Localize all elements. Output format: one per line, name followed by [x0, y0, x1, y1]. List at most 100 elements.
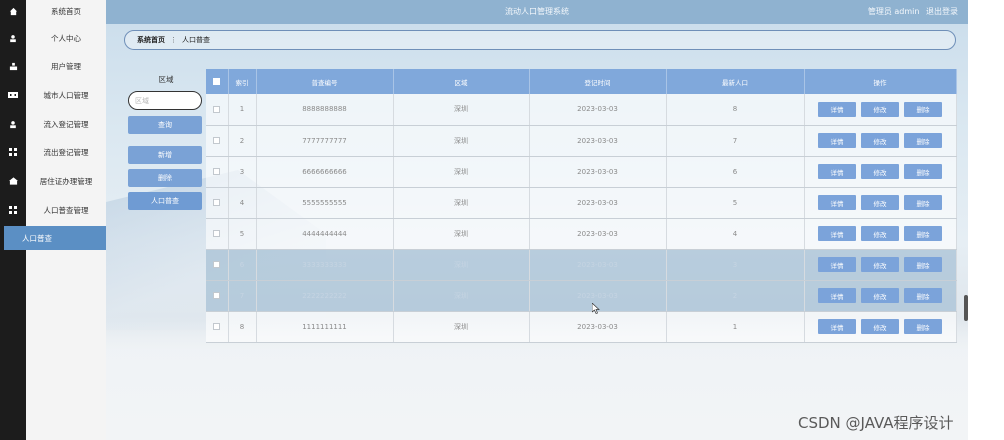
row-checkbox[interactable] — [213, 105, 221, 113]
user-info: 管理员 admin 退出登录 — [864, 0, 958, 24]
sidebar-subitem-census[interactable]: 人口普查 — [4, 226, 106, 250]
detail-button[interactable]: 详情 — [818, 226, 856, 241]
cell-index: 3 — [228, 156, 257, 188]
table-row[interactable]: 2 7777777777 深圳 2023-03-03 7 详情 修改 删除 — [206, 125, 957, 157]
cell-population: 1 — [666, 311, 805, 343]
sidebar-item-users[interactable]: 用户管理 — [26, 52, 106, 80]
delete-button[interactable]: 删除 — [904, 195, 942, 210]
sidebar-item-census-manage[interactable]: 人口普查管理 — [26, 196, 106, 224]
delete-button[interactable]: 删除 — [904, 319, 942, 334]
cell-region: 深圳 — [393, 125, 530, 157]
edit-button[interactable]: 修改 — [861, 133, 899, 148]
icon-rail — [0, 0, 26, 440]
cell-actions: 详情 修改 删除 — [804, 94, 957, 126]
table-row[interactable]: 7 2222222222 深圳 2023-03-03 2 详情 修改 删除 — [206, 280, 957, 312]
edit-button[interactable]: 修改 — [861, 195, 899, 210]
region-search-input[interactable] — [128, 91, 202, 110]
table-row[interactable]: 5 4444444444 深圳 2023-03-03 4 详情 修改 删除 — [206, 218, 957, 250]
edit-button[interactable]: 修改 — [861, 257, 899, 272]
batch-delete-button[interactable]: 删除 — [128, 169, 202, 187]
grid-icon[interactable] — [0, 203, 26, 217]
cell-region: 深圳 — [393, 187, 530, 219]
cell-date: 2023-03-03 — [529, 218, 667, 250]
delete-button[interactable]: 删除 — [904, 164, 942, 179]
watermark: CSDN @JAVA程序设计 — [798, 414, 954, 432]
row-checkbox[interactable] — [213, 168, 221, 175]
edit-button[interactable]: 修改 — [861, 101, 899, 117]
row-checkbox[interactable] — [213, 230, 221, 237]
sidebar-item-residence-permit[interactable]: 居住证办理管理 — [26, 167, 106, 195]
row-select-cell — [206, 311, 229, 343]
query-button[interactable]: 查询 — [128, 116, 202, 134]
person-icon[interactable] — [0, 31, 26, 45]
delete-button[interactable]: 删除 — [904, 288, 942, 303]
row-checkbox[interactable] — [213, 323, 221, 330]
row-checkbox[interactable] — [213, 292, 221, 299]
edit-button[interactable]: 修改 — [861, 164, 899, 179]
column-header-actions: 操作 — [804, 69, 957, 94]
edit-button[interactable]: 修改 — [861, 226, 899, 241]
row-checkbox[interactable] — [213, 199, 221, 206]
detail-button[interactable]: 详情 — [818, 288, 856, 303]
table-row[interactable]: 4 5555555555 深圳 2023-03-03 5 详情 修改 删除 — [206, 187, 957, 219]
delete-button[interactable]: 删除 — [904, 226, 942, 241]
select-all-checkbox[interactable] — [213, 78, 221, 85]
census-button[interactable]: 人口普查 — [128, 192, 202, 210]
row-checkbox[interactable] — [213, 137, 221, 144]
row-select-cell — [206, 280, 229, 312]
edit-button[interactable]: 修改 — [861, 319, 899, 334]
card-icon[interactable] — [0, 174, 26, 188]
sidebar-item-outflow[interactable]: 流出登记管理 — [26, 138, 106, 166]
detail-button[interactable]: 详情 — [818, 195, 856, 210]
home-icon[interactable] — [0, 4, 26, 18]
logout-link[interactable]: 退出登录 — [926, 7, 958, 16]
user-manage-icon[interactable] — [0, 59, 26, 73]
grid-icon[interactable] — [0, 145, 26, 159]
region-label: 区域 — [158, 75, 174, 84]
table-row[interactable]: 6 3333333333 深圳 2023-03-03 3 详情 修改 删除 — [206, 249, 957, 281]
cell-date: 2023-03-03 — [529, 125, 667, 157]
table-row[interactable]: 8 1111111111 深圳 2023-03-03 1 详情 修改 删除 — [206, 311, 957, 343]
sidebar-item-city-population[interactable]: 城市人口管理 — [26, 81, 106, 109]
row-select-cell — [206, 94, 229, 126]
cell-population: 7 — [666, 125, 805, 157]
sidebar-item-home[interactable]: 系统首页 — [26, 0, 106, 25]
cell-population: 2 — [666, 280, 805, 312]
cell-code: 1111111111 — [256, 311, 394, 343]
cell-date: 2023-03-03 — [529, 311, 667, 343]
cell-code: 6666666666 — [256, 156, 394, 188]
sidebar-item-inflow[interactable]: 流入登记管理 — [26, 110, 106, 138]
edit-button[interactable]: 修改 — [861, 288, 899, 303]
detail-button[interactable]: 详情 — [818, 164, 856, 179]
cell-region: 深圳 — [393, 311, 530, 343]
detail-button[interactable]: 详情 — [818, 133, 856, 148]
detail-button[interactable]: 详情 — [818, 319, 856, 334]
cell-index: 2 — [228, 125, 257, 157]
row-checkbox[interactable] — [213, 261, 221, 268]
delete-button[interactable]: 删除 — [904, 101, 942, 117]
row-select-cell — [206, 187, 229, 219]
cell-region: 深圳 — [393, 280, 530, 312]
person-in-icon[interactable] — [0, 117, 26, 131]
delete-button[interactable]: 删除 — [904, 133, 942, 148]
cell-code: 7777777777 — [256, 125, 394, 157]
cell-index: 7 — [228, 280, 257, 312]
delete-button[interactable]: 删除 — [904, 257, 942, 272]
cell-actions: 详情 修改 删除 — [804, 218, 957, 250]
cell-population: 8 — [666, 94, 805, 126]
table-row[interactable]: 3 6666666666 深圳 2023-03-03 6 详情 修改 删除 — [206, 156, 957, 188]
detail-button[interactable]: 详情 — [818, 257, 856, 272]
table-header-row: 索引 普查编号 区域 登记时间 最新人口 操作 — [206, 69, 957, 94]
table-row[interactable]: 1 8888888888 深圳 2023-03-03 8 详情 修改 删除 — [206, 94, 957, 126]
cell-actions: 详情 修改 删除 — [804, 187, 957, 219]
detail-button[interactable]: 详情 — [818, 101, 856, 117]
sidebar-item-profile[interactable]: 个人中心 — [26, 24, 106, 52]
add-button[interactable]: 新增 — [128, 146, 202, 164]
row-select-cell — [206, 125, 229, 157]
scroll-handle[interactable] — [964, 295, 968, 321]
breadcrumb-separator: ⋮ — [170, 36, 177, 44]
breadcrumb-home[interactable]: 系统首页 — [137, 35, 165, 45]
city-icon[interactable] — [0, 88, 26, 102]
cell-code: 3333333333 — [256, 249, 394, 281]
cell-date: 2023-03-03 — [529, 156, 667, 188]
